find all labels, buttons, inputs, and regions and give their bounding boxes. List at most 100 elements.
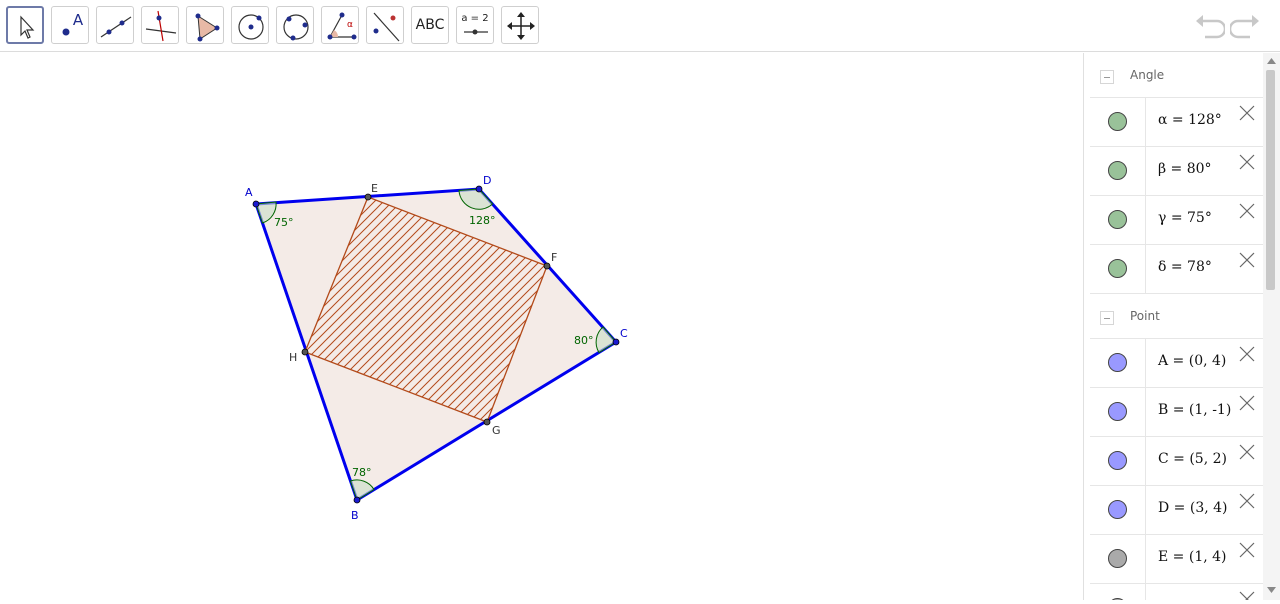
close-icon[interactable] (1238, 153, 1256, 171)
close-icon[interactable] (1238, 590, 1256, 600)
point-f[interactable] (543, 262, 551, 270)
algebra-item-gamma[interactable]: γ = 75° (1090, 196, 1263, 245)
angle-label-c: 80° (574, 334, 594, 347)
point-c[interactable] (612, 338, 620, 346)
visibility-toggle[interactable] (1108, 210, 1127, 229)
collapse-angle-button[interactable] (1100, 70, 1114, 84)
definition[interactable]: γ = 75° (1158, 210, 1212, 226)
angle-tool-label: α (347, 20, 353, 30)
reflect-tool-button[interactable] (366, 6, 404, 44)
visibility-toggle[interactable] (1108, 549, 1127, 568)
close-icon[interactable] (1238, 492, 1256, 510)
point-h[interactable] (301, 348, 309, 356)
circle-center-point-tool-button[interactable] (231, 6, 269, 44)
scroll-down-icon[interactable] (1267, 587, 1276, 593)
scrollbar-thumb[interactable] (1266, 70, 1275, 290)
close-icon[interactable] (1238, 345, 1256, 363)
point-label-c: C (620, 327, 628, 340)
move-arrows-icon (507, 12, 535, 40)
visibility-toggle[interactable] (1108, 402, 1127, 421)
perpendicular-line-icon (145, 10, 177, 42)
collapse-point-button[interactable] (1100, 311, 1114, 325)
perpendicular-line-tool-button[interactable] (141, 6, 179, 44)
algebra-item-point-d[interactable]: D = (3, 4) (1090, 486, 1263, 535)
definition[interactable]: E = (1, 4) (1158, 549, 1227, 565)
point-g[interactable] (483, 418, 491, 426)
angle-arc-c (595, 326, 617, 354)
polygon-icon (195, 13, 220, 42)
group-header-point: Point (1090, 294, 1263, 339)
point-label-b: B (351, 509, 359, 522)
marble-cell (1090, 486, 1146, 534)
line-tool-button[interactable] (96, 6, 134, 44)
algebra-item-delta[interactable]: δ = 78° (1090, 245, 1263, 294)
close-icon[interactable] (1238, 104, 1256, 122)
definition[interactable]: α = 128° (1158, 112, 1222, 128)
algebra-item-point-c[interactable]: C = (5, 2) (1090, 437, 1263, 486)
close-icon[interactable] (1238, 541, 1256, 559)
graphics-view[interactable]: 75° 128° 80° 78° A B C D E F G H (0, 53, 1083, 600)
marble-cell (1090, 98, 1146, 146)
algebra-item-point-b[interactable]: B = (1, -1) (1090, 388, 1263, 437)
redo-icon (1228, 15, 1259, 39)
close-icon[interactable] (1238, 394, 1256, 412)
definition[interactable]: β = 80° (1158, 161, 1212, 177)
panel-divider[interactable] (1083, 53, 1090, 600)
circle-three-points-tool-button[interactable] (276, 6, 314, 44)
marble-cell (1090, 437, 1146, 485)
marble-cell (1090, 535, 1146, 583)
point-tool-label: A (72, 11, 84, 29)
undo-icon (1196, 15, 1227, 39)
reflect-icon (373, 12, 400, 42)
close-icon[interactable] (1238, 251, 1256, 269)
redo-button[interactable] (1228, 12, 1262, 40)
visibility-toggle[interactable] (1108, 353, 1127, 372)
definition[interactable]: A = (0, 4) (1158, 353, 1226, 369)
marble-cell (1090, 388, 1146, 436)
definition[interactable]: B = (1, -1) (1158, 402, 1231, 418)
definition[interactable]: δ = 78° (1158, 259, 1212, 275)
point-label-f: F (551, 251, 557, 264)
group-header-angle: Angle (1090, 53, 1263, 98)
visibility-toggle[interactable] (1108, 161, 1127, 180)
algebra-item-point-a[interactable]: A = (0, 4) (1090, 339, 1263, 388)
point-b[interactable] (353, 496, 361, 504)
angle-label-b: 78° (352, 466, 372, 479)
angle-label-d: 128° (469, 214, 496, 227)
line-icon (100, 16, 132, 38)
undo-button[interactable] (1193, 12, 1227, 40)
definition[interactable]: D = (3, 4) (1158, 500, 1228, 516)
text-tool-button[interactable]: ABC (411, 6, 449, 44)
cursor-arrow-icon (20, 15, 35, 39)
toolbar: A α ABC a = 2 (0, 0, 1280, 52)
point-label-a: A (245, 186, 253, 199)
close-icon[interactable] (1238, 202, 1256, 220)
algebra-item-beta[interactable]: β = 80° (1090, 147, 1263, 196)
visibility-toggle[interactable] (1108, 259, 1127, 278)
point-d[interactable] (475, 185, 483, 193)
visibility-toggle[interactable] (1108, 500, 1127, 519)
group-title: Point (1130, 309, 1160, 323)
point-tool-button[interactable]: A (51, 6, 89, 44)
scroll-up-icon[interactable] (1267, 58, 1276, 64)
visibility-toggle[interactable] (1108, 112, 1127, 131)
circle-three-points-icon (283, 14, 309, 41)
move-tool-button[interactable] (6, 6, 44, 44)
move-graphics-view-tool-button[interactable] (501, 6, 539, 44)
algebra-item-alpha[interactable]: α = 128° (1090, 98, 1263, 147)
angle-label-a: 75° (274, 216, 294, 229)
text-tool-label: ABC (415, 17, 445, 33)
visibility-toggle[interactable] (1108, 451, 1127, 470)
angle-tool-button[interactable]: α (321, 6, 359, 44)
point-a[interactable] (252, 200, 260, 208)
close-icon[interactable] (1238, 443, 1256, 461)
polygon-tool-button[interactable] (186, 6, 224, 44)
point-label-h: H (289, 351, 297, 364)
slider-tool-button[interactable]: a = 2 (456, 6, 494, 44)
algebra-item-partial[interactable] (1090, 584, 1263, 600)
marble-cell (1090, 584, 1146, 600)
geometry-canvas[interactable]: 75° 128° 80° 78° A B C D E F G H (0, 53, 1083, 600)
algebra-item-point-e[interactable]: E = (1, 4) (1090, 535, 1263, 584)
point-label-g: G (492, 424, 501, 437)
definition[interactable]: C = (5, 2) (1158, 451, 1227, 467)
